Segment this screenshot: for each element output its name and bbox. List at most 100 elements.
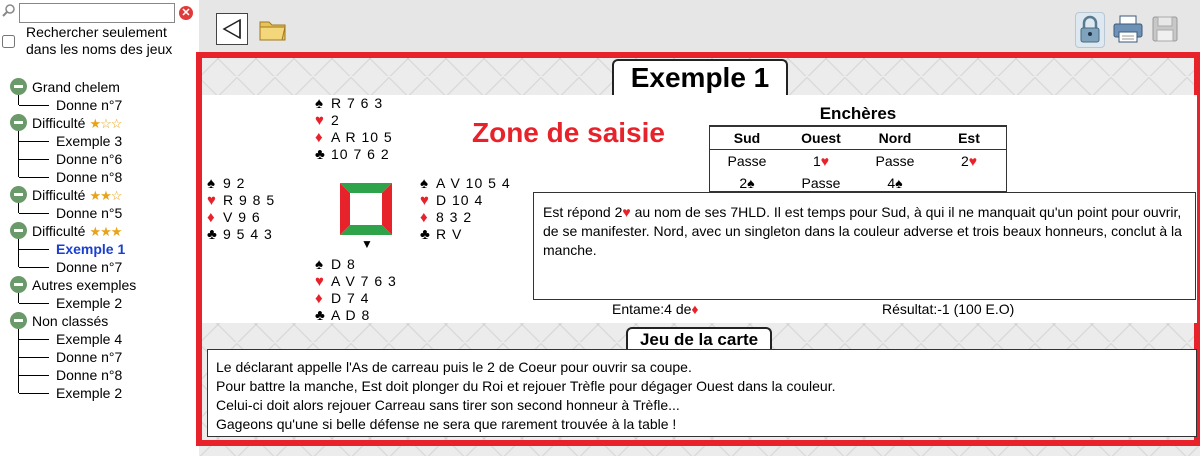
tree-connector <box>19 393 49 394</box>
deal-board: Zone de saisie ♠ R 7 6 3 ♥ 2 ♦ A R 10 5 ♣ 10… <box>202 95 1197 324</box>
comment-text: Est répond 2♥ au nom de ses 7HLD. Il est… <box>543 204 1182 258</box>
tree-connector <box>19 213 49 214</box>
result-info: Résultat:-1 (100 E.O) <box>882 301 1015 317</box>
collapse-icon[interactable] <box>10 78 27 95</box>
tree-category[interactable]: Autres exemples <box>0 276 197 294</box>
tree-item[interactable]: Exemple 1 <box>0 240 197 258</box>
tree-connector <box>19 249 49 250</box>
lock-icon <box>1080 15 1100 43</box>
play-line: Le déclarant appelle l'As de carreau pui… <box>216 359 692 375</box>
west-hearts: R 9 8 5 <box>223 192 276 208</box>
collapse-icon[interactable] <box>10 186 27 203</box>
tree-category-label: Autres exemples <box>32 276 136 294</box>
bid-cell: 2♠ <box>739 175 755 191</box>
collapse-icon[interactable] <box>10 114 27 131</box>
collapse-icon[interactable] <box>10 312 27 329</box>
tree-item[interactable]: Exemple 3 <box>0 132 197 150</box>
bid-column-north: Nord Passe 4♠ <box>858 127 932 194</box>
play-commentary-box[interactable]: Le déclarant appelle l'As de carreau pui… <box>207 349 1197 437</box>
tree-connector <box>18 95 19 105</box>
toolbar <box>199 0 1200 54</box>
bid-cell: 1♥ <box>812 153 830 169</box>
tree-item[interactable]: Exemple 2 <box>0 294 197 312</box>
input-zone-label: Zone de saisie <box>472 117 665 148</box>
bid-cell: Passe <box>801 175 841 191</box>
tree-category[interactable]: Difficulté ★★★ <box>0 222 197 240</box>
collapse-icon[interactable] <box>10 222 27 239</box>
spade-icon: ♠ <box>315 95 324 112</box>
search-input[interactable] <box>19 3 175 23</box>
star-icon: ★★☆ <box>89 188 122 203</box>
tree-item[interactable]: Donne n°8 <box>0 168 197 186</box>
south-hearts: A V 7 6 3 <box>331 273 397 289</box>
only-names-checkbox[interactable] <box>2 35 15 48</box>
comment-box[interactable]: Est répond 2♥ au nom de ses 7HLD. Il est… <box>533 192 1196 300</box>
bidding-title: Enchères <box>819 104 897 123</box>
play-line: Pour battre la manche, Est doit plonger … <box>216 378 836 394</box>
tree-item-label: Donne n°8 <box>56 169 123 185</box>
tree-category[interactable]: Grand chelem <box>0 78 197 96</box>
north-clubs: 10 7 6 2 <box>331 146 390 162</box>
tree-connector <box>19 339 49 340</box>
tree-connector <box>19 177 49 178</box>
tree-category[interactable]: Difficulté ★★☆ <box>0 186 197 204</box>
tree-category[interactable]: Non classés <box>0 312 197 330</box>
close-icon[interactable]: ✕ <box>179 6 193 20</box>
tree-item[interactable]: Donne n°5 <box>0 204 197 222</box>
hand-south[interactable]: ♠ D 8 ♥ A V 7 6 3 ♦ D 7 4 ♣ A D 8 <box>315 256 397 324</box>
east-clubs: R V <box>436 226 463 242</box>
tree-connector <box>19 303 49 304</box>
tree-connector <box>18 239 19 267</box>
tree-item-label: Exemple 2 <box>56 295 123 311</box>
save-button[interactable] <box>1149 13 1181 45</box>
club-icon: ♣ <box>315 307 326 324</box>
spade-icon: ♠ <box>315 256 324 273</box>
vulnerability-table-icon <box>340 183 392 235</box>
bid-cell: 2♥ <box>960 153 978 169</box>
collapse-icon[interactable] <box>10 276 27 293</box>
lead-label: Entame:4 de <box>612 301 692 317</box>
save-icon <box>1152 16 1178 42</box>
west-spades: 9 2 <box>223 175 246 191</box>
tree-item[interactable]: Donne n°7 <box>0 258 197 276</box>
club-icon: ♣ <box>315 146 326 163</box>
play-line: Gageons qu'une si belle défense ne sera … <box>216 416 677 432</box>
open-folder-button[interactable] <box>257 13 289 45</box>
hand-west[interactable]: ♠ 9 2 ♥ R 9 8 5 ♦ V 9 6 ♣ 9 5 4 3 <box>207 175 275 243</box>
tree-connector <box>19 105 49 106</box>
tree-item-label: Donne n°7 <box>56 259 123 275</box>
tree-category-label: Grand chelem <box>32 78 120 96</box>
east-diamonds: 8 3 2 <box>436 209 473 225</box>
spade-icon: ♠ <box>420 175 429 192</box>
back-icon <box>222 18 241 40</box>
tree-connector <box>18 203 19 213</box>
bid-header: Ouest <box>784 127 858 150</box>
hand-east[interactable]: ♠ A V 10 5 4 ♥ D 10 4 ♦ 8 3 2 ♣ R V <box>420 175 511 243</box>
category-name: Difficulté <box>32 115 86 131</box>
page-title: Exemple 1 <box>612 59 788 95</box>
bid-cell: Passe <box>727 153 767 169</box>
tree-category[interactable]: Difficulté ★☆☆ <box>0 114 197 132</box>
east-hearts: D 10 4 <box>436 192 484 208</box>
search-row: ✕ <box>0 2 197 23</box>
lock-button[interactable] <box>1075 12 1105 48</box>
south-diamonds: D 7 4 <box>331 290 370 306</box>
only-names-option[interactable]: Rechercher seulement dans les noms des j… <box>2 24 197 64</box>
bid-column-east: Est 2♥ <box>932 127 1006 172</box>
heart-icon: ♥ <box>207 192 217 209</box>
tree-item[interactable]: Donne n°7 <box>0 348 197 366</box>
star-icon: ★★★ <box>89 224 122 239</box>
tree-item[interactable]: Donne n°8 <box>0 366 197 384</box>
diamond-icon: ♦ <box>315 290 324 307</box>
tree-item[interactable]: Donne n°7 <box>0 96 197 114</box>
print-button[interactable] <box>1112 13 1144 45</box>
tree-item[interactable]: Exemple 2 <box>0 384 197 402</box>
tree-item[interactable]: Donne n°6 <box>0 150 197 168</box>
hand-north[interactable]: ♠ R 7 6 3 ♥ 2 ♦ A R 10 5 ♣ 10 7 6 2 <box>315 95 393 163</box>
heart-icon: ♥ <box>315 273 325 290</box>
diamond-icon: ♦ <box>207 209 216 226</box>
tree-category-label: Difficulté ★★☆ <box>32 186 122 205</box>
tree-item[interactable]: Exemple 4 <box>0 330 197 348</box>
back-button[interactable] <box>216 13 248 45</box>
diamond-icon: ♦ <box>420 209 429 226</box>
